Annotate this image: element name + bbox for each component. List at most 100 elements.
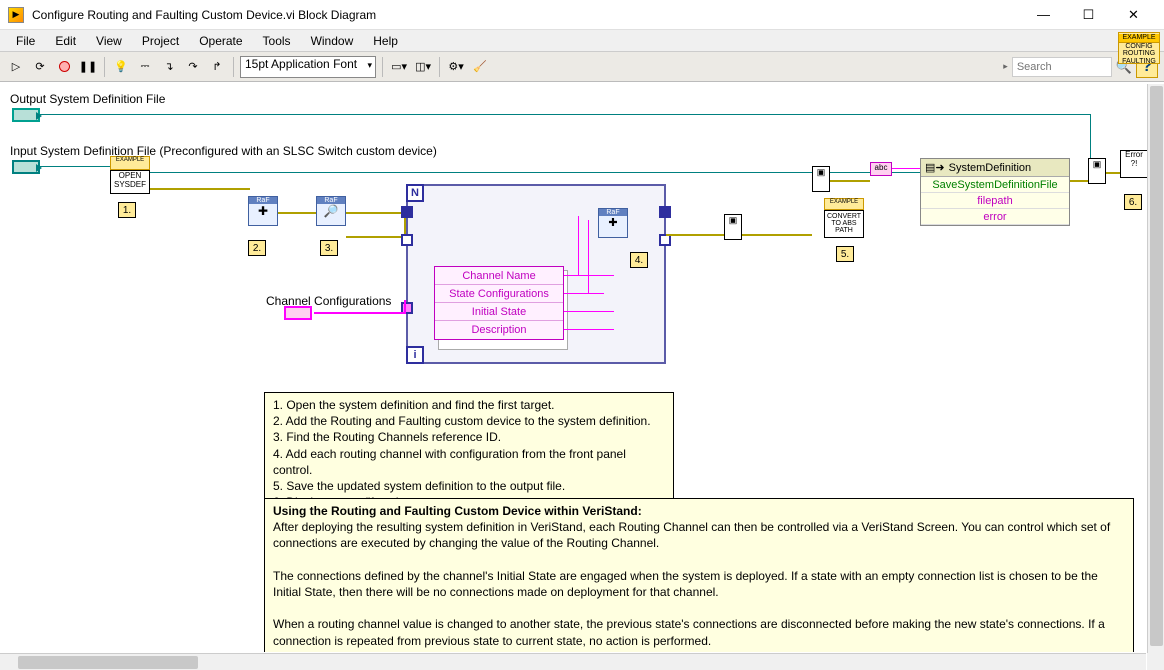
tunnel-in-mid[interactable] (401, 234, 413, 246)
horizontal-scrollbar[interactable] (0, 653, 1146, 670)
reorder-icon: ⚙▾ (448, 60, 463, 73)
close-ref-node-1[interactable]: ▣ (724, 214, 742, 240)
highlight-button[interactable]: 💡 (111, 57, 131, 77)
broom-icon: 🧹 (473, 60, 487, 73)
input-file-terminal[interactable] (12, 160, 40, 174)
step-into-icon: ↴ (164, 60, 173, 73)
invoke-class: ▤➜SystemDefinition (921, 159, 1069, 177)
invoke-node[interactable]: ▤➜SystemDefinition SaveSystemDefinitionF… (920, 158, 1070, 226)
block-diagram-canvas[interactable]: Output System Definition File Input Syst… (0, 84, 1164, 652)
vertical-scrollbar[interactable] (1147, 84, 1164, 653)
retain-wire-button[interactable]: ⎓ (135, 57, 155, 77)
bulb-icon: 💡 (114, 60, 128, 73)
search-input[interactable] (1012, 57, 1112, 77)
output-file-label: Output System Definition File (10, 92, 165, 106)
error-label: Error?! (1121, 151, 1147, 169)
unbundle-channel-name[interactable]: Channel Name (435, 267, 563, 285)
open-sysdef-node[interactable]: OPEN SYSDEF (110, 170, 150, 194)
error-handler-node[interactable]: Error?! (1120, 150, 1148, 178)
step-out-button[interactable]: ↱ (207, 57, 227, 77)
marker-4: 4. (630, 252, 648, 268)
loop-arrow-icon: ⟳ (35, 60, 44, 73)
tunnel-out-top[interactable] (659, 206, 671, 218)
run-button[interactable]: ▷ (6, 57, 26, 77)
run-arrow-icon: ▷ (12, 60, 20, 73)
unbundle-by-name[interactable]: Channel Name State Configurations Initia… (434, 266, 564, 340)
raf-label-2: RaF (249, 197, 277, 204)
raf-find-node[interactable]: RaF 🔎 (316, 196, 346, 226)
loop-iteration-terminal[interactable]: i (406, 346, 424, 364)
align-button[interactable]: ▭▾ (389, 57, 409, 77)
menu-edit[interactable]: Edit (47, 32, 84, 50)
steps-comment[interactable]: 1. Open the system definition and find t… (264, 392, 674, 515)
output-file-terminal[interactable] (12, 108, 40, 122)
h-scroll-thumb[interactable] (18, 656, 198, 669)
window-title: Configure Routing and Faulting Custom De… (32, 8, 1021, 22)
invoke-filepath[interactable]: filepath (921, 193, 1069, 209)
step-into-button[interactable]: ↴ (159, 57, 179, 77)
v-scroll-thumb[interactable] (1150, 86, 1163, 646)
input-file-label: Input System Definition File (Preconfigu… (10, 144, 437, 158)
loop-count-terminal[interactable]: N (406, 184, 424, 202)
for-loop[interactable]: N i RaF ✚ Channel Name State Configurati… (406, 184, 666, 364)
menu-operate[interactable]: Operate (191, 32, 250, 50)
example-header-5: EXAMPLE (824, 198, 864, 210)
menu-view[interactable]: View (88, 32, 130, 50)
convert-abs-path-node[interactable]: CONVERT TO ABS PATH (824, 210, 864, 238)
step-over-button[interactable]: ↷ (183, 57, 203, 77)
marker-2: 2. (248, 240, 266, 256)
unbundle-description[interactable]: Description (435, 321, 563, 339)
menu-project[interactable]: Project (134, 32, 187, 50)
wire-input (40, 166, 115, 167)
pause-button[interactable]: ❚❚ (78, 57, 98, 77)
info-p2: The connections defined by the channel's… (273, 568, 1125, 600)
close-button[interactable]: ✕ (1111, 1, 1156, 29)
close-ref-node-3[interactable]: ▣ (1088, 158, 1106, 184)
distribute-icon: ◫▾ (415, 60, 431, 73)
close-ref-node-2[interactable]: ▣ (812, 166, 830, 192)
channel-configs-terminal[interactable] (284, 306, 312, 320)
menu-bar: File Edit View Project Operate Tools Win… (0, 30, 1164, 52)
invoke-error[interactable]: error (921, 209, 1069, 225)
example-header-1: EXAMPLE (110, 156, 150, 170)
menu-file[interactable]: File (8, 32, 43, 50)
menu-help[interactable]: Help (365, 32, 406, 50)
vi-icon-badge[interactable]: EXAMPLE CONFIG ROUTING FAULTING (1118, 32, 1160, 64)
distribute-button[interactable]: ◫▾ (413, 57, 433, 77)
title-bar: ▶ Configure Routing and Faulting Custom … (0, 0, 1164, 30)
maximize-button[interactable]: ☐ (1066, 1, 1111, 29)
marker-1: 1. (118, 202, 136, 218)
font-selector[interactable]: 15pt Application Font (240, 56, 376, 78)
info-title: Using the Routing and Faulting Custom De… (273, 503, 1125, 519)
minimize-button[interactable]: — (1021, 1, 1066, 29)
scroll-corner (1147, 653, 1164, 670)
menu-window[interactable]: Window (303, 32, 362, 50)
abort-button[interactable] (54, 57, 74, 77)
invoke-method[interactable]: SaveSystemDefinitionFile (921, 177, 1069, 193)
raf-add-channel-node[interactable]: RaF ✚ (598, 208, 628, 238)
raf-add-node[interactable]: RaF ✚ (248, 196, 278, 226)
menu-tools[interactable]: Tools (255, 32, 299, 50)
raf-label-4: RaF (599, 209, 627, 216)
marker-3: 3. (320, 240, 338, 256)
unbundle-initial-state[interactable]: Initial State (435, 303, 563, 321)
path-to-string-node[interactable]: abc (870, 162, 892, 176)
raf-label-3: RaF (317, 197, 345, 204)
stop-circle-icon (59, 61, 70, 72)
tunnel-in-top[interactable] (401, 206, 413, 218)
run-continuous-button[interactable]: ⟳ (30, 57, 50, 77)
invoke-icon: ▤➜ (925, 161, 945, 174)
cleanup-button[interactable]: 🧹 (470, 57, 490, 77)
info-p3: When a routing channel value is changed … (273, 616, 1125, 648)
app-icon: ▶ (8, 7, 24, 23)
info-comment[interactable]: Using the Routing and Faulting Custom De… (264, 498, 1134, 652)
step-over-icon: ↷ (188, 60, 197, 73)
align-icon: ▭▾ (391, 60, 407, 73)
wire-output (40, 114, 1090, 115)
toolbar: ▷ ⟳ ❚❚ 💡 ⎓ ↴ ↷ ↱ 15pt Application Font ▭… (0, 52, 1164, 82)
reorder-button[interactable]: ⚙▾ (446, 57, 466, 77)
step-out-icon: ↱ (212, 60, 221, 73)
unbundle-state-configs[interactable]: State Configurations (435, 285, 563, 303)
marker-6: 6. (1124, 194, 1142, 210)
marker-5: 5. (836, 246, 854, 262)
